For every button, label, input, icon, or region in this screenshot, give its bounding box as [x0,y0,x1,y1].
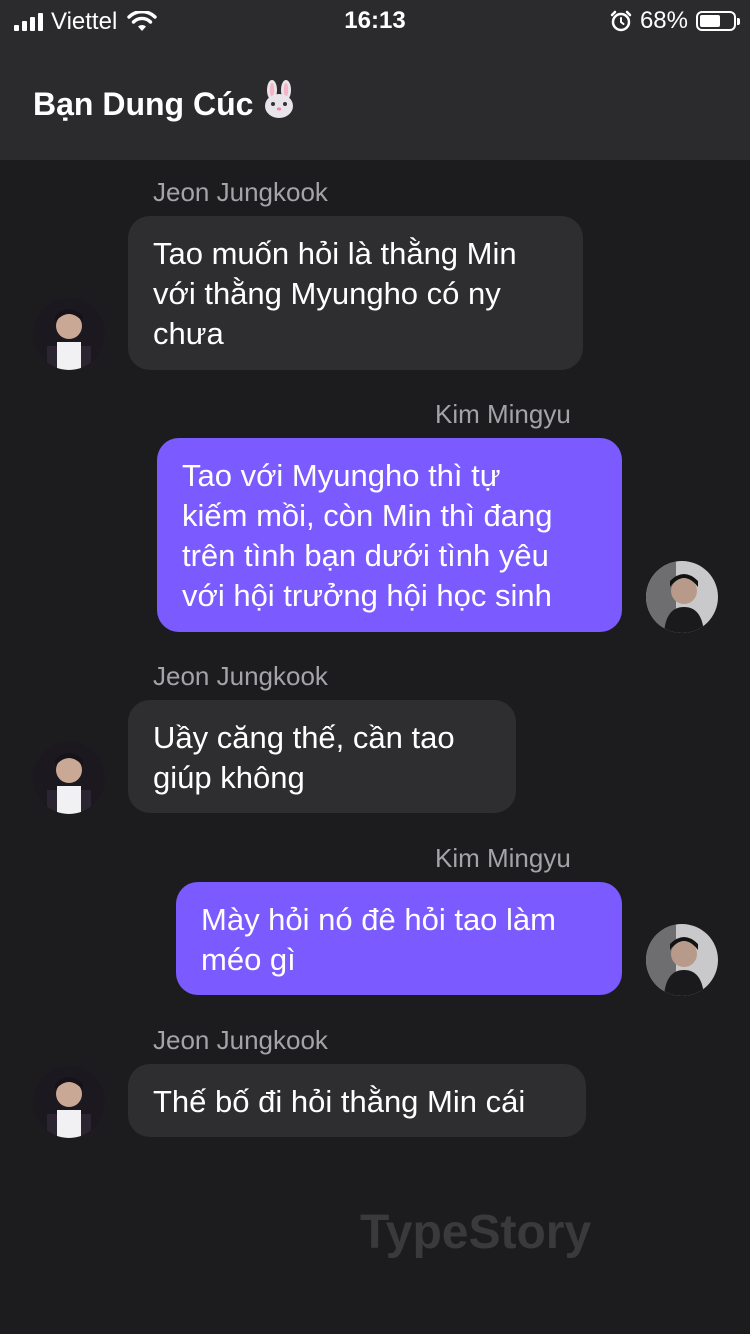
message-line: giúp không [153,760,305,795]
typestory-watermark: TypeStory [360,1206,592,1259]
battery-percentage: 68% [639,7,688,34]
rabbit-emoji-icon [259,80,299,128]
message-line: với thằng Myungho có ny [153,276,501,311]
message-bubble[interactable]: Thế bố đi hỏi thằng Min cái [128,1064,586,1137]
message-line: với hội trưởng hội học sinh [182,578,552,613]
message-line: méo gì [201,942,296,977]
sender-name: Jeon Jungkook [153,177,328,207]
message-line: trên tình bạn dưới tình yêu [182,538,549,573]
message-line: Mày hỏi nó đê hỏi tao làm [201,902,556,937]
avatar[interactable] [646,561,718,633]
chat-header: Bạn Dung Cúc [0,40,750,160]
message-bubble[interactable]: Uầy căng thế, cần tao giúp không [128,700,516,813]
sender-name: Jeon Jungkook [153,661,328,691]
message-bubble[interactable]: Tao với Myungho thì tự kiếm mồi, còn Min… [157,438,622,632]
chat-title-text: Bạn Dung Cúc [33,85,254,122]
battery-icon [696,11,740,31]
status-bar: Viettel 16:13 68% [0,0,750,40]
chat-title: Bạn Dung Cúc [33,80,299,128]
avatar[interactable] [646,924,718,996]
message-line: Uầy căng thế, cần tao [153,720,455,755]
message-line: Thế bố đi hỏi thằng Min cái [153,1084,526,1119]
message-line: Tao với Myungho thì tự [182,458,501,493]
message-bubble[interactable]: Mày hỏi nó đê hỏi tao làm méo gì [176,882,622,995]
sender-name: Kim Mingyu [435,843,571,873]
message-line: chưa [153,316,224,351]
message-line: Tao muốn hỏi là thằng Min [153,236,517,271]
message-line: kiếm mồi, còn Min thì đang [182,498,553,533]
avatar[interactable] [33,742,105,814]
avatar[interactable] [33,298,105,370]
avatar[interactable] [33,1066,105,1138]
message-bubble[interactable]: Tao muốn hỏi là thằng Min với thằng Myun… [128,216,583,370]
sender-name: Jeon Jungkook [153,1025,328,1055]
sender-name: Kim Mingyu [435,399,571,429]
alarm-icon [610,10,632,32]
